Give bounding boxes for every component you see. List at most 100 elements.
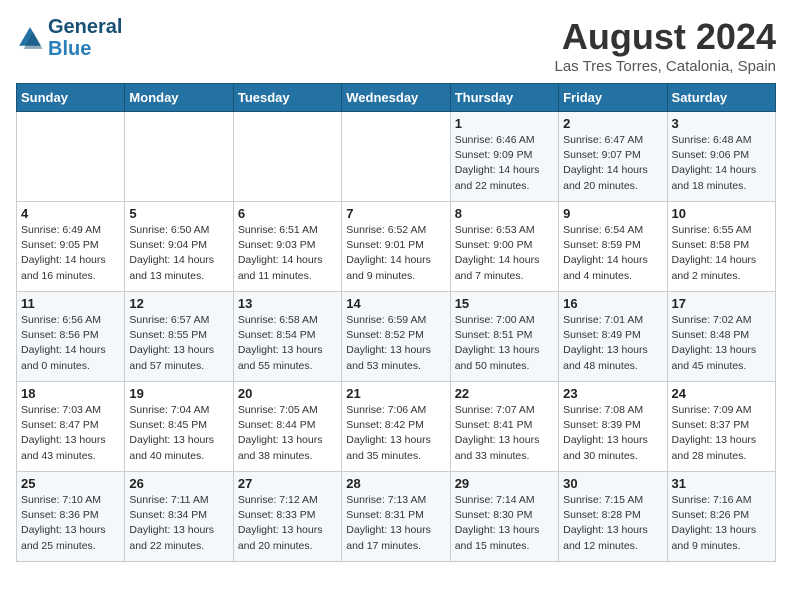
day-number: 28 <box>346 476 445 491</box>
location: Las Tres Torres, Catalonia, Spain <box>554 58 776 75</box>
day-info: Sunrise: 7:07 AM Sunset: 8:41 PM Dayligh… <box>455 403 554 464</box>
day-number: 18 <box>21 386 120 401</box>
day-number: 10 <box>672 206 771 221</box>
calendar-cell: 12 Sunrise: 6:57 AM Sunset: 8:55 PM Dayli… <box>125 292 233 382</box>
day-number: 6 <box>238 206 337 221</box>
day-number: 14 <box>346 296 445 311</box>
day-of-week-header: Thursday <box>450 84 558 112</box>
calendar-cell: 22 Sunrise: 7:07 AM Sunset: 8:41 PM Dayli… <box>450 382 558 472</box>
calendar-cell: 26Sunrise: 7:11 AM Sunset: 8:34 PM Dayli… <box>125 472 233 562</box>
calendar-cell: 20 Sunrise: 7:05 AM Sunset: 8:44 PM Dayli… <box>233 382 341 472</box>
day-info: Sunrise: 7:01 AM Sunset: 8:49 PM Dayligh… <box>563 313 662 374</box>
day-info: Sunrise: 6:51 AM Sunset: 9:03 PM Dayligh… <box>238 223 337 284</box>
day-number: 3 <box>672 116 771 131</box>
day-info: Sunrise: 7:03 AM Sunset: 8:47 PM Dayligh… <box>21 403 120 464</box>
calendar-cell: 14 Sunrise: 6:59 AM Sunset: 8:52 PM Dayli… <box>342 292 450 382</box>
day-info: Sunrise: 6:56 AM Sunset: 8:56 PM Dayligh… <box>21 313 120 374</box>
day-info: Sunrise: 6:57 AM Sunset: 8:55 PM Dayligh… <box>129 313 228 374</box>
title-block: August 2024 Las Tres Torres, Catalonia, … <box>554 16 776 75</box>
day-number: 24 <box>672 386 771 401</box>
day-number: 20 <box>238 386 337 401</box>
day-info: Sunrise: 7:10 AM Sunset: 8:36 PM Dayligh… <box>21 493 120 554</box>
calendar-cell: 30 Sunrise: 7:15 AM Sunset: 8:28 PM Dayli… <box>559 472 667 562</box>
day-info: Sunrise: 6:53 AM Sunset: 9:00 PM Dayligh… <box>455 223 554 284</box>
day-number: 7 <box>346 206 445 221</box>
calendar-cell: 11 Sunrise: 6:56 AM Sunset: 8:56 PM Dayli… <box>17 292 125 382</box>
calendar-header-row: SundayMondayTuesdayWednesdayThursdayFrid… <box>17 84 776 112</box>
calendar-week-row: 4 Sunrise: 6:49 AM Sunset: 9:05 PM Daylig… <box>17 202 776 292</box>
calendar-cell: 21Sunrise: 7:06 AM Sunset: 8:42 PM Dayli… <box>342 382 450 472</box>
day-info: Sunrise: 7:13 AM Sunset: 8:31 PM Dayligh… <box>346 493 445 554</box>
page-header: GeneralBlue August 2024 Las Tres Torres,… <box>16 16 776 75</box>
calendar-cell: 24 Sunrise: 7:09 AM Sunset: 8:37 PM Dayli… <box>667 382 775 472</box>
day-info: Sunrise: 6:58 AM Sunset: 8:54 PM Dayligh… <box>238 313 337 374</box>
day-info: Sunrise: 7:15 AM Sunset: 8:28 PM Dayligh… <box>563 493 662 554</box>
day-info: Sunrise: 7:04 AM Sunset: 8:45 PM Dayligh… <box>129 403 228 464</box>
day-number: 25 <box>21 476 120 491</box>
calendar-week-row: 11 Sunrise: 6:56 AM Sunset: 8:56 PM Dayli… <box>17 292 776 382</box>
day-number: 31 <box>672 476 771 491</box>
calendar-cell: 13 Sunrise: 6:58 AM Sunset: 8:54 PM Dayli… <box>233 292 341 382</box>
day-info: Sunrise: 7:00 AM Sunset: 8:51 PM Dayligh… <box>455 313 554 374</box>
calendar-cell: 7 Sunrise: 6:52 AM Sunset: 9:01 PM Daylig… <box>342 202 450 292</box>
day-info: Sunrise: 6:50 AM Sunset: 9:04 PM Dayligh… <box>129 223 228 284</box>
calendar-cell: 8 Sunrise: 6:53 AM Sunset: 9:00 PM Daylig… <box>450 202 558 292</box>
day-number: 17 <box>672 296 771 311</box>
day-number: 13 <box>238 296 337 311</box>
day-info: Sunrise: 7:14 AM Sunset: 8:30 PM Dayligh… <box>455 493 554 554</box>
day-number: 12 <box>129 296 228 311</box>
day-info: Sunrise: 6:47 AM Sunset: 9:07 PM Dayligh… <box>563 133 662 194</box>
calendar-cell: 27 Sunrise: 7:12 AM Sunset: 8:33 PM Dayli… <box>233 472 341 562</box>
calendar-week-row: 18 Sunrise: 7:03 AM Sunset: 8:47 PM Dayli… <box>17 382 776 472</box>
day-of-week-header: Friday <box>559 84 667 112</box>
day-info: Sunrise: 7:08 AM Sunset: 8:39 PM Dayligh… <box>563 403 662 464</box>
calendar-cell: 3Sunrise: 6:48 AM Sunset: 9:06 PM Daylig… <box>667 112 775 202</box>
calendar-cell: 18 Sunrise: 7:03 AM Sunset: 8:47 PM Dayli… <box>17 382 125 472</box>
calendar-cell: 1Sunrise: 6:46 AM Sunset: 9:09 PM Daylig… <box>450 112 558 202</box>
day-info: Sunrise: 7:05 AM Sunset: 8:44 PM Dayligh… <box>238 403 337 464</box>
day-number: 8 <box>455 206 554 221</box>
day-of-week-header: Monday <box>125 84 233 112</box>
day-info: Sunrise: 6:49 AM Sunset: 9:05 PM Dayligh… <box>21 223 120 284</box>
day-of-week-header: Sunday <box>17 84 125 112</box>
day-number: 2 <box>563 116 662 131</box>
day-number: 9 <box>563 206 662 221</box>
day-number: 29 <box>455 476 554 491</box>
logo: GeneralBlue <box>16 16 122 60</box>
day-number: 15 <box>455 296 554 311</box>
day-info: Sunrise: 7:02 AM Sunset: 8:48 PM Dayligh… <box>672 313 771 374</box>
day-number: 26 <box>129 476 228 491</box>
calendar-cell <box>125 112 233 202</box>
day-info: Sunrise: 6:54 AM Sunset: 8:59 PM Dayligh… <box>563 223 662 284</box>
calendar-cell: 6 Sunrise: 6:51 AM Sunset: 9:03 PM Daylig… <box>233 202 341 292</box>
day-number: 30 <box>563 476 662 491</box>
day-number: 23 <box>563 386 662 401</box>
calendar-week-row: 1Sunrise: 6:46 AM Sunset: 9:09 PM Daylig… <box>17 112 776 202</box>
day-number: 19 <box>129 386 228 401</box>
day-info: Sunrise: 7:06 AM Sunset: 8:42 PM Dayligh… <box>346 403 445 464</box>
day-number: 4 <box>21 206 120 221</box>
day-number: 22 <box>455 386 554 401</box>
day-info: Sunrise: 7:12 AM Sunset: 8:33 PM Dayligh… <box>238 493 337 554</box>
day-info: Sunrise: 6:52 AM Sunset: 9:01 PM Dayligh… <box>346 223 445 284</box>
calendar-week-row: 25 Sunrise: 7:10 AM Sunset: 8:36 PM Dayli… <box>17 472 776 562</box>
calendar-cell: 10 Sunrise: 6:55 AM Sunset: 8:58 PM Dayli… <box>667 202 775 292</box>
calendar-cell <box>233 112 341 202</box>
day-info: Sunrise: 6:55 AM Sunset: 8:58 PM Dayligh… <box>672 223 771 284</box>
calendar-cell: 4 Sunrise: 6:49 AM Sunset: 9:05 PM Daylig… <box>17 202 125 292</box>
day-info: Sunrise: 6:46 AM Sunset: 9:09 PM Dayligh… <box>455 133 554 194</box>
day-number: 11 <box>21 296 120 311</box>
logo-text: GeneralBlue <box>48 16 122 60</box>
day-number: 27 <box>238 476 337 491</box>
calendar-cell: 23 Sunrise: 7:08 AM Sunset: 8:39 PM Dayli… <box>559 382 667 472</box>
day-info: Sunrise: 7:09 AM Sunset: 8:37 PM Dayligh… <box>672 403 771 464</box>
calendar-cell: 2 Sunrise: 6:47 AM Sunset: 9:07 PM Daylig… <box>559 112 667 202</box>
day-number: 16 <box>563 296 662 311</box>
day-info: Sunrise: 6:59 AM Sunset: 8:52 PM Dayligh… <box>346 313 445 374</box>
calendar-cell: 15 Sunrise: 7:00 AM Sunset: 8:51 PM Dayli… <box>450 292 558 382</box>
calendar-cell: 28 Sunrise: 7:13 AM Sunset: 8:31 PM Dayli… <box>342 472 450 562</box>
calendar-cell: 31Sunrise: 7:16 AM Sunset: 8:26 PM Dayli… <box>667 472 775 562</box>
calendar-cell <box>17 112 125 202</box>
day-of-week-header: Saturday <box>667 84 775 112</box>
calendar-cell: 29 Sunrise: 7:14 AM Sunset: 8:30 PM Dayli… <box>450 472 558 562</box>
